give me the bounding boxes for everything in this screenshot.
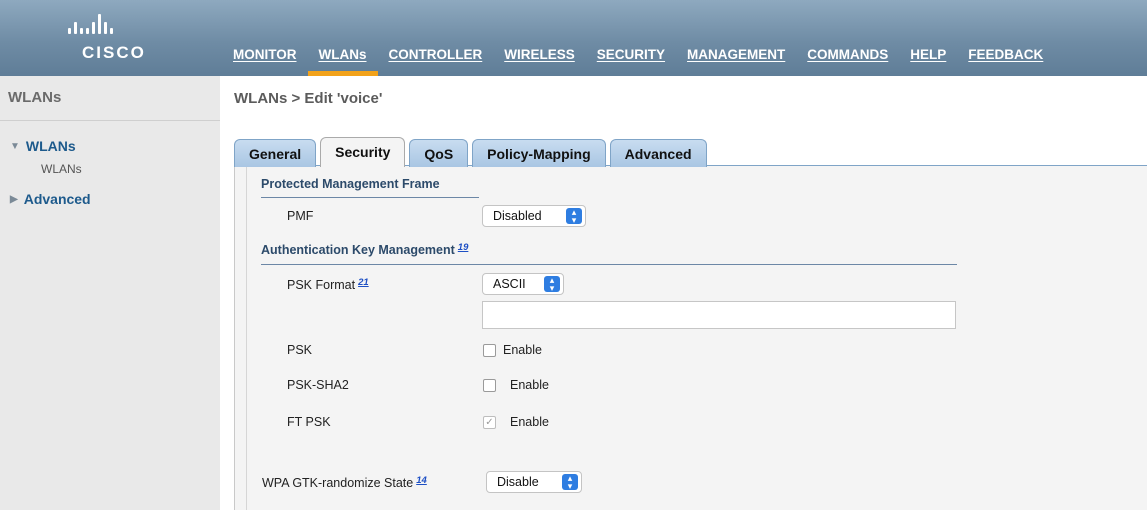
chevron-up-down-icon: ▴ ▾ bbox=[544, 276, 560, 293]
security-panel bbox=[234, 166, 1147, 510]
nav-feedback[interactable]: FEEDBACK bbox=[957, 44, 1054, 76]
psk-label: PSK bbox=[287, 343, 313, 357]
nav-monitor[interactable]: MONITOR bbox=[222, 44, 308, 76]
top-navigation-bar: CISCO MONITOR WLANs CONTROLLER WIRELESS … bbox=[0, 0, 1147, 76]
pmf-label: PMF bbox=[287, 209, 314, 223]
pmf-section-title: Protected Management Frame bbox=[261, 177, 440, 191]
nav-wireless[interactable]: WIRELESS bbox=[493, 44, 586, 76]
pmf-select-value: Disabled bbox=[493, 209, 542, 223]
gtk-randomize-label-text: WPA GTK-randomize State bbox=[262, 476, 414, 490]
cisco-logo-bars-icon bbox=[68, 14, 113, 34]
sidebar: WLANs ▼ WLANs WLANs ▶ Advanced bbox=[0, 76, 220, 510]
cisco-logo[interactable]: CISCO bbox=[68, 14, 158, 64]
psk-sha2-enable-checkbox[interactable] bbox=[483, 379, 496, 392]
nav-controller[interactable]: CONTROLLER bbox=[378, 44, 494, 76]
nav-wlans[interactable]: WLANs bbox=[307, 44, 378, 76]
ft-psk-enable-label: Enable bbox=[510, 415, 549, 429]
psk-key-input[interactable] bbox=[482, 301, 956, 329]
psk-enable-label: Enable bbox=[503, 343, 542, 357]
sidebar-group-label: WLANs bbox=[25, 138, 76, 154]
akm-section-label: Authentication Key Management bbox=[261, 243, 455, 257]
psk-format-select-value: ASCII bbox=[493, 277, 526, 291]
tab-qos[interactable]: QoS bbox=[409, 139, 469, 167]
gtk-randomize-select[interactable]: Disable ▴ ▾ bbox=[486, 471, 582, 493]
psk-format-select[interactable]: ASCII ▴ ▾ bbox=[482, 273, 564, 295]
nav-commands[interactable]: COMMANDS bbox=[796, 44, 899, 76]
tab-bar: General Security QoS Policy-Mapping Adva… bbox=[234, 137, 711, 167]
sidebar-item-wlans[interactable]: WLANs bbox=[41, 162, 82, 176]
triangle-right-icon: ▶ bbox=[10, 193, 18, 205]
triangle-down-icon: ▼ bbox=[10, 140, 20, 152]
gtk-randomize-label: WPA GTK-randomize State 14 bbox=[262, 475, 427, 490]
sidebar-title: WLANs bbox=[8, 89, 62, 106]
sidebar-divider bbox=[0, 120, 220, 121]
ft-psk-label: FT PSK bbox=[287, 415, 331, 429]
chevron-up-down-icon: ▴ ▾ bbox=[562, 474, 578, 491]
tab-policy-mapping[interactable]: Policy-Mapping bbox=[472, 139, 606, 167]
tab-security[interactable]: Security bbox=[320, 137, 406, 167]
akm-footnote-link[interactable]: 19 bbox=[458, 242, 469, 253]
tab-advanced[interactable]: Advanced bbox=[609, 139, 707, 167]
cisco-logo-text: CISCO bbox=[82, 43, 146, 62]
psk-format-footnote-link[interactable]: 21 bbox=[358, 277, 369, 288]
sidebar-group-advanced[interactable]: ▶ Advanced bbox=[10, 191, 91, 207]
akm-section-title: Authentication Key Management 19 bbox=[261, 242, 468, 257]
psk-sha2-enable-label: Enable bbox=[510, 378, 549, 392]
pmf-section-rule bbox=[261, 197, 479, 198]
psk-sha2-label: PSK-SHA2 bbox=[287, 378, 349, 392]
chevron-up-down-icon: ▴ ▾ bbox=[566, 208, 582, 225]
psk-enable-checkbox[interactable] bbox=[483, 344, 496, 357]
nav-help[interactable]: HELP bbox=[899, 44, 957, 76]
tab-general[interactable]: General bbox=[234, 139, 317, 167]
gtk-footnote-link[interactable]: 14 bbox=[416, 475, 427, 486]
akm-section-rule bbox=[261, 264, 957, 265]
main-nav: MONITOR WLANs CONTROLLER WIRELESS SECURI… bbox=[222, 44, 1054, 76]
psk-format-label: PSK Format 21 bbox=[287, 277, 369, 292]
psk-format-label-text: PSK Format bbox=[287, 278, 356, 292]
nav-security[interactable]: SECURITY bbox=[586, 44, 676, 76]
sidebar-group-label: Advanced bbox=[23, 191, 91, 207]
pmf-select[interactable]: Disabled ▴ ▾ bbox=[482, 205, 586, 227]
sidebar-group-wlans[interactable]: ▼ WLANs bbox=[10, 138, 76, 154]
page-title: WLANs > Edit 'voice' bbox=[234, 90, 383, 107]
ft-psk-enable-checkbox[interactable]: ✓ bbox=[483, 416, 496, 429]
panel-divider bbox=[246, 166, 247, 510]
nav-management[interactable]: MANAGEMENT bbox=[676, 44, 796, 76]
gtk-randomize-select-value: Disable bbox=[497, 475, 539, 489]
